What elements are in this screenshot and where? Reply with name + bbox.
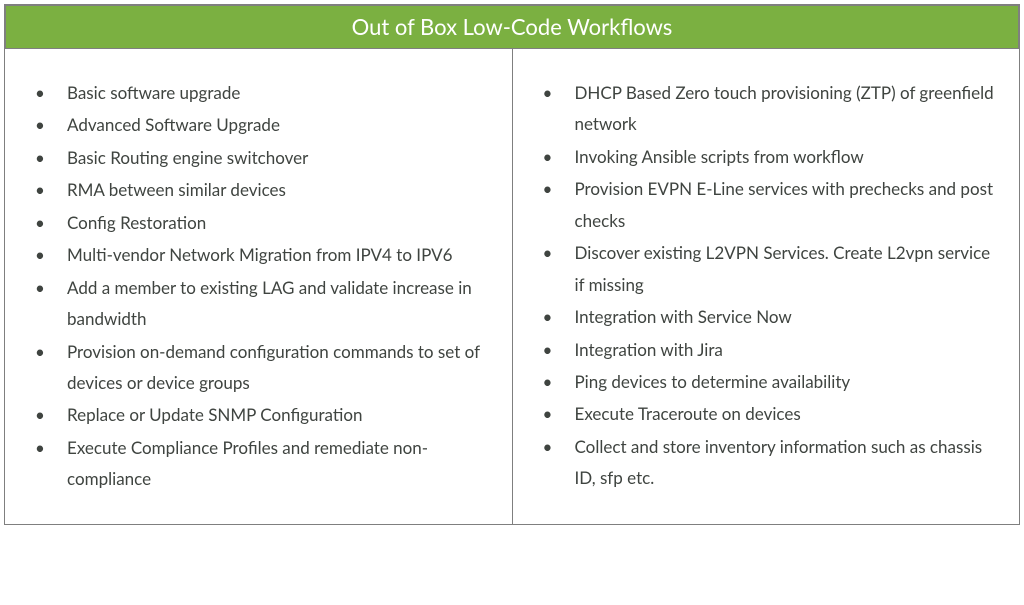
list-item: DHCP Based Zero touch provisioning (ZTP)… <box>535 77 998 140</box>
list-item: Multi-vendor Network Migration from IPV4… <box>27 239 490 270</box>
list-item: Discover existing L2VPN Services. Create… <box>535 237 998 300</box>
list-item: Basic software upgrade <box>27 77 490 108</box>
right-column: DHCP Based Zero touch provisioning (ZTP)… <box>513 49 1020 524</box>
table-title: Out of Box Low-Code Workflows <box>352 13 673 40</box>
list-item: Integration with Jira <box>535 334 998 365</box>
list-item: Provision on-demand configuration comman… <box>27 336 490 399</box>
table-header: Out of Box Low-Code Workflows <box>5 5 1019 49</box>
list-item: Execute Compliance Profiles and remediat… <box>27 432 490 495</box>
left-column: Basic software upgradeAdvanced Software … <box>5 49 513 524</box>
list-item: Advanced Software Upgrade <box>27 109 490 140</box>
list-item: Collect and store inventory information … <box>535 431 998 494</box>
left-list: Basic software upgradeAdvanced Software … <box>27 77 490 495</box>
list-item: Add a member to existing LAG and validat… <box>27 272 490 335</box>
list-item: Invoking Ansible scripts from workflow <box>535 141 998 172</box>
right-list: DHCP Based Zero touch provisioning (ZTP)… <box>535 77 998 494</box>
list-item: Basic Routing engine switchover <box>27 142 490 173</box>
list-item: Replace or Update SNMP Configuration <box>27 399 490 430</box>
table-body: Basic software upgradeAdvanced Software … <box>5 49 1019 524</box>
workflows-table: Out of Box Low-Code Workflows Basic soft… <box>4 4 1020 525</box>
list-item: Config Restoration <box>27 207 490 238</box>
list-item: Ping devices to determine availability <box>535 366 998 397</box>
list-item: RMA between similar devices <box>27 174 490 205</box>
list-item: Integration with Service Now <box>535 301 998 332</box>
list-item: Execute Traceroute on devices <box>535 398 998 429</box>
list-item: Provision EVPN E-Line services with prec… <box>535 173 998 236</box>
